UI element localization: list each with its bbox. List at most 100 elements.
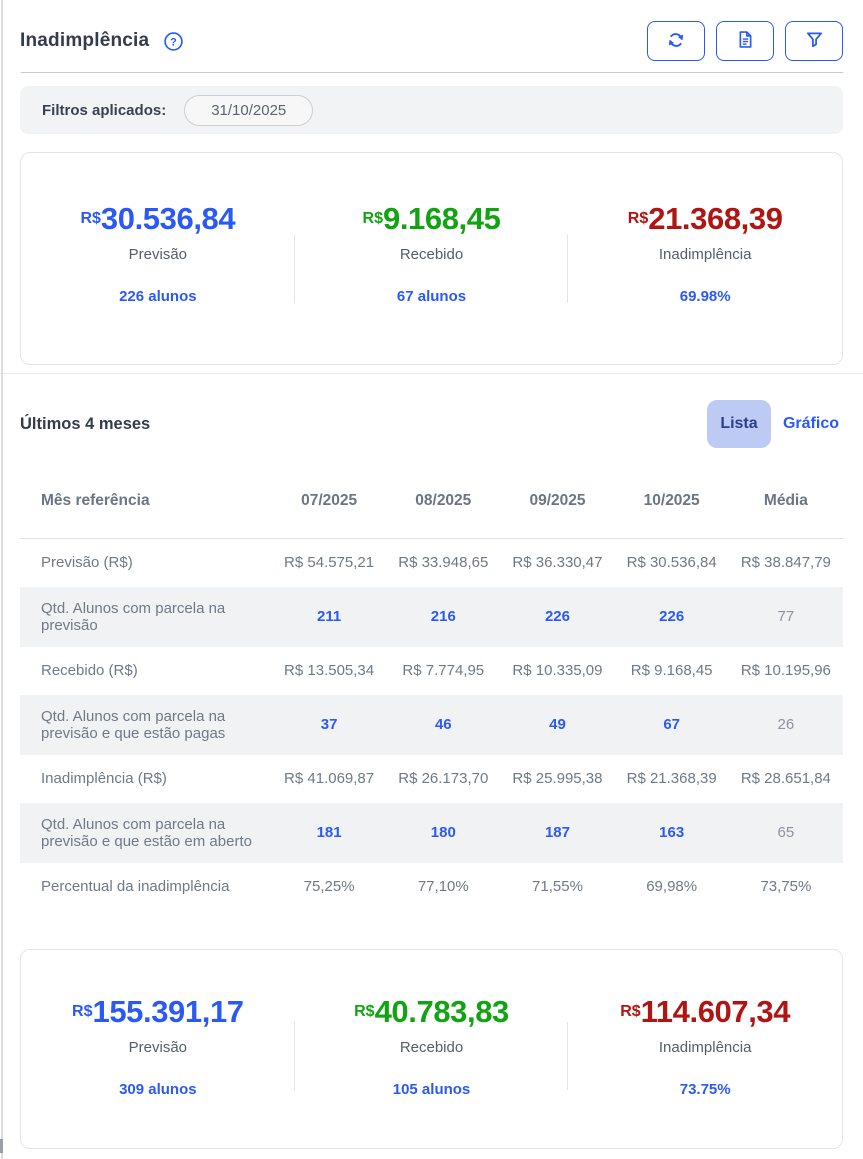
total-received-label: Recebido	[295, 1039, 569, 1056]
row-label: Qtd. Alunos com parcela na previsão	[20, 587, 272, 647]
cell-student-count-link[interactable]: 37	[272, 695, 386, 755]
date-filter-chip[interactable]: 31/10/2025	[184, 95, 313, 126]
col-header-average: Média	[729, 478, 843, 539]
refresh-icon	[666, 30, 686, 53]
cell-value: R$ 13.505,34	[272, 647, 386, 695]
total-delinquency-label: Inadimplência	[568, 1039, 842, 1056]
row-label: Qtd. Alunos com parcela na previsão e qu…	[20, 803, 272, 863]
cell-value: R$ 26.173,70	[386, 755, 500, 803]
cell-value: R$ 38.847,79	[729, 539, 843, 587]
tab-chart-view[interactable]: Gráfico	[779, 415, 843, 433]
summary-received: R$9.168,45 Recebido 67 alunos	[295, 153, 569, 364]
document-icon	[736, 30, 755, 52]
page-title: Inadimplência	[20, 30, 149, 52]
filter-button[interactable]	[785, 21, 843, 61]
total-received-students-link[interactable]: 105 alunos	[295, 1081, 569, 1098]
total-delinquency-percentage: 73.75%	[568, 1081, 842, 1098]
topbar: Inadimplência ?	[20, 0, 843, 62]
cell-student-count-link[interactable]: 226	[615, 587, 729, 647]
refresh-button[interactable]	[647, 21, 705, 61]
cell-value: R$ 54.575,21	[272, 539, 386, 587]
table-row-students-paid: Qtd. Alunos com parcela na previsão e qu…	[20, 695, 843, 755]
summary-forecast: R$30.536,84 Previsão 226 alunos	[21, 153, 295, 364]
total-delinquency: R$114.607,34 Inadimplência 73.75%	[568, 950, 842, 1148]
header-actions	[647, 21, 843, 61]
received-value: 9.168,45	[383, 201, 500, 236]
delinquency-history-table: Mês referência 07/2025 08/2025 09/2025 1…	[20, 478, 843, 911]
applied-filters-bar: Filtros aplicados: 31/10/2025	[20, 86, 843, 134]
report-button[interactable]	[716, 21, 774, 61]
left-scrollbar-track	[1, 0, 3, 1159]
cell-student-count-link[interactable]: 211	[272, 587, 386, 647]
cell-student-count-link[interactable]: 180	[386, 803, 500, 863]
col-header-09-2025: 09/2025	[500, 478, 614, 539]
table-row-delinquency-percentage: Percentual da inadimplência 75,25% 77,10…	[20, 863, 843, 911]
summary-delinquency: R$21.368,39 Inadimplência 69.98%	[568, 153, 842, 364]
currency-prefix: R$	[628, 210, 648, 227]
cell-value: R$ 33.948,65	[386, 539, 500, 587]
col-header-08-2025: 08/2025	[386, 478, 500, 539]
section-divider	[0, 373, 863, 374]
cell-student-count-link[interactable]: 46	[386, 695, 500, 755]
row-label: Percentual da inadimplência	[20, 863, 272, 911]
cell-student-count-link[interactable]: 187	[500, 803, 614, 863]
cell-student-count-link[interactable]: 226	[500, 587, 614, 647]
row-label: Previsão (R$)	[20, 539, 272, 587]
cell-value: 77,10%	[386, 863, 500, 911]
received-label: Recebido	[295, 246, 569, 263]
cell-value: R$ 25.995,38	[500, 755, 614, 803]
cell-value: R$ 9.168,45	[615, 647, 729, 695]
cell-value: R$ 28.651,84	[729, 755, 843, 803]
forecast-students-link[interactable]: 226 alunos	[21, 288, 295, 305]
cell-value: R$ 36.330,47	[500, 539, 614, 587]
section-title: Últimos 4 meses	[20, 415, 150, 434]
table-header-row: Mês referência 07/2025 08/2025 09/2025 1…	[20, 478, 843, 539]
filter-icon	[805, 30, 824, 52]
cell-value: R$ 30.536,84	[615, 539, 729, 587]
view-toggle: Lista Gráfico	[707, 400, 843, 448]
total-received: R$40.783,83 Recebido 105 alunos	[295, 950, 569, 1148]
forecast-value: 30.536,84	[101, 201, 235, 236]
table-row-forecast: Previsão (R$) R$ 54.575,21 R$ 33.948,65 …	[20, 539, 843, 587]
delinquency-panel: Inadimplência ?	[0, 0, 863, 1149]
last-months-section-header: Últimos 4 meses Lista Gráfico	[20, 400, 843, 448]
currency-prefix: R$	[80, 210, 100, 227]
cell-value: R$ 7.774,95	[386, 647, 500, 695]
forecast-label: Previsão	[21, 246, 295, 263]
total-received-value: 40.783,83	[375, 994, 509, 1029]
total-forecast-label: Previsão	[21, 1039, 295, 1056]
cell-value: R$ 10.195,96	[729, 647, 843, 695]
header-divider	[21, 72, 843, 73]
delinquency-percentage: 69.98%	[568, 288, 842, 305]
svg-text:?: ?	[170, 36, 177, 48]
total-forecast-students-link[interactable]: 309 alunos	[21, 1081, 295, 1098]
cell-value: R$ 21.368,39	[615, 755, 729, 803]
cell-average: 26	[729, 695, 843, 755]
cell-average: 65	[729, 803, 843, 863]
cell-average: 77	[729, 587, 843, 647]
total-forecast: R$155.391,17 Previsão 309 alunos	[21, 950, 295, 1148]
total-delinquency-value: 114.607,34	[641, 994, 790, 1029]
cell-student-count-link[interactable]: 67	[615, 695, 729, 755]
cell-student-count-link[interactable]: 49	[500, 695, 614, 755]
col-header-07-2025: 07/2025	[272, 478, 386, 539]
cell-value: R$ 10.335,09	[500, 647, 614, 695]
tab-list-view[interactable]: Lista	[707, 400, 771, 448]
applied-filters-label: Filtros aplicados:	[42, 102, 166, 119]
cell-student-count-link[interactable]: 181	[272, 803, 386, 863]
summary-card-current-month: R$30.536,84 Previsão 226 alunos R$9.168,…	[20, 152, 843, 365]
cell-student-count-link[interactable]: 216	[386, 587, 500, 647]
table-row-students-forecast: Qtd. Alunos com parcela na previsão 211 …	[20, 587, 843, 647]
cell-student-count-link[interactable]: 163	[615, 803, 729, 863]
cell-value: 71,55%	[500, 863, 614, 911]
received-students-link[interactable]: 67 alunos	[295, 288, 569, 305]
delinquency-value: 21.368,39	[648, 201, 782, 236]
row-label: Inadimplência (R$)	[20, 755, 272, 803]
delinquency-label: Inadimplência	[568, 246, 842, 263]
table-row-delinquency: Inadimplência (R$) R$ 41.069,87 R$ 26.17…	[20, 755, 843, 803]
help-icon[interactable]: ?	[163, 31, 184, 52]
cell-value: 75,25%	[272, 863, 386, 911]
table-row-students-open: Qtd. Alunos com parcela na previsão e qu…	[20, 803, 843, 863]
left-scrollbar-thumb[interactable]	[0, 1139, 3, 1153]
currency-prefix: R$	[620, 1003, 640, 1020]
